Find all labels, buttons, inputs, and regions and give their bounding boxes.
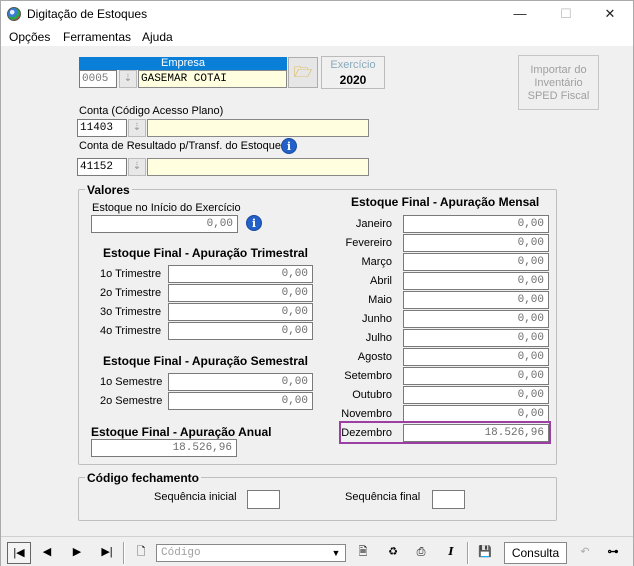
info-icon[interactable]: i [281, 138, 297, 154]
title-bar: Digitação de Estoques — ☐ ✕ [1, 1, 633, 27]
codigo-combo[interactable]: Código ▼ [156, 544, 346, 562]
conta-resultado-desc-field[interactable] [147, 158, 369, 176]
mensal-label-7: Agosto [357, 351, 392, 363]
mensal-label-8: Setembro [344, 370, 392, 382]
mensal-field-7[interactable]: 0,00 [403, 348, 549, 366]
conta-resultado-code-field[interactable]: 41152 [77, 158, 127, 176]
mensal-label-10: Novembro [341, 408, 392, 420]
importar-sped-button[interactable]: Importar do Inventário SPED Fiscal [518, 55, 599, 110]
mensal-label-11: Dezembro [341, 427, 392, 439]
mensal-label-9: Outubro [352, 389, 392, 401]
seq-inicial-field[interactable] [247, 490, 280, 509]
save-icon[interactable]: 💾 [473, 542, 497, 564]
mensal-field-1[interactable]: 0,00 [403, 234, 549, 252]
mensal-field-6[interactable]: 0,00 [403, 329, 549, 347]
valores-title: Valores [85, 183, 132, 197]
seq-inicial-label: Sequência inicial [154, 491, 237, 503]
mensal-field-3[interactable]: 0,00 [403, 272, 549, 290]
empresa-lookup-button[interactable]: ⇣ [119, 70, 137, 88]
exercicio-value: 2020 [339, 73, 367, 87]
conta-lookup-button[interactable]: ⇣ [128, 119, 146, 137]
close-button[interactable]: ✕ [587, 1, 633, 27]
mensal-label-2: Março [361, 256, 392, 268]
app-icon [7, 7, 21, 21]
mensal-field-8[interactable]: 0,00 [403, 367, 549, 385]
search-document-icon[interactable]: 🗎 [351, 542, 375, 564]
empresa-header: Empresa [79, 57, 287, 70]
mensal-label-3: Abril [369, 275, 392, 287]
estoque-inicio-label: Estoque no Início do Exercício [92, 202, 241, 214]
mensal-field-5[interactable]: 0,00 [403, 310, 549, 328]
folder-icon: 🗁 [293, 64, 313, 81]
bottom-toolbar: |◀ ◀ ▶ ▶| 🗋 Código ▼ 🗎 ♻ ⎙ I 💾 Consulta … [1, 536, 633, 566]
undo-icon[interactable]: ↶ [573, 542, 597, 564]
mensal-field-0[interactable]: 0,00 [403, 215, 549, 233]
menu-opcoes[interactable]: Opções [9, 30, 50, 44]
open-folder-button[interactable]: 🗁 [288, 57, 318, 88]
mensal-label-6: Julho [365, 332, 392, 344]
exercicio-box: Exercício 2020 [321, 56, 385, 89]
new-document-icon[interactable]: 🗋 [129, 542, 153, 564]
minimize-button[interactable]: — [497, 1, 543, 27]
mensal-label-1: Fevereiro [345, 237, 392, 249]
menu-ajuda[interactable]: Ajuda [142, 30, 173, 44]
menu-ferramentas[interactable]: Ferramentas [63, 30, 131, 44]
conta-resultado-lookup-button[interactable]: ⇣ [128, 158, 146, 176]
binoculars-icon[interactable]: ⊶ [601, 542, 625, 564]
dezembro-highlight [339, 421, 551, 444]
seq-final-label: Sequência final [345, 491, 421, 503]
conta-resultado-label: Conta de Resultado p/Transf. do Estoque [79, 140, 281, 152]
window: Digitação de Estoques — ☐ ✕ Opções Ferra… [0, 0, 634, 566]
conta-code-field[interactable]: 11403 [77, 119, 127, 137]
mensal-label-0: Janeiro [355, 218, 392, 230]
chevron-down-icon[interactable]: ▼ [329, 546, 343, 560]
mensal-title: Estoque Final - Apuração Mensal [351, 195, 540, 209]
next-record-icon[interactable]: ▶ [65, 542, 89, 564]
exercicio-label: Exercício [330, 59, 376, 71]
recycle-icon[interactable]: ♻ [381, 542, 405, 564]
last-record-icon[interactable]: ▶| [95, 542, 119, 564]
conta-label: Conta (Código Acesso Plano) [79, 105, 224, 117]
mensal-field-2[interactable]: 0,00 [403, 253, 549, 271]
seq-final-field[interactable] [432, 490, 465, 509]
toolbar-separator-2 [467, 542, 469, 564]
mensal-label-5: Junho [362, 313, 392, 325]
toolbar-separator [123, 542, 125, 564]
conta-desc-field[interactable] [147, 119, 369, 137]
consulta-button[interactable]: Consulta [504, 542, 567, 564]
mensal-label-4: Maio [368, 294, 392, 306]
print-icon[interactable]: ⎙ [409, 542, 433, 564]
mensal-field-9[interactable]: 0,00 [403, 386, 549, 404]
menu-bar: Opções Ferramentas Ajuda [1, 27, 633, 46]
codigo-placeholder: Código [161, 547, 201, 559]
first-record-icon[interactable]: |◀ [7, 542, 31, 564]
window-title: Digitação de Estoques [27, 7, 148, 21]
anual-field[interactable]: 18.526,96 [91, 439, 237, 457]
maximize-button[interactable]: ☐ [543, 1, 589, 27]
empresa-code-field[interactable]: 0005 [79, 70, 117, 88]
prev-record-icon[interactable]: ◀ [35, 542, 59, 564]
mensal-field-4[interactable]: 0,00 [403, 291, 549, 309]
italic-icon[interactable]: I [439, 542, 463, 564]
empresa-name-field[interactable]: GASEMAR COTAI [138, 70, 287, 88]
fechamento-title: Código fechamento [85, 471, 202, 485]
